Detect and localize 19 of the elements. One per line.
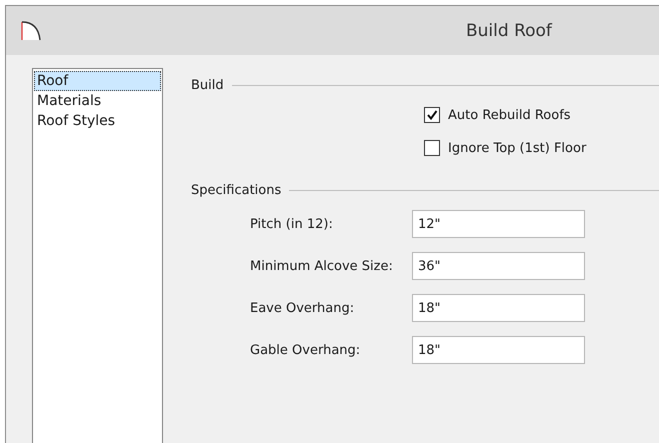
category-item[interactable]: Roof [34,71,161,91]
checkbox[interactable] [424,107,440,123]
checkbox-label: Auto Rebuild Roofs [448,108,571,122]
field-label: Gable Overhang: [250,342,362,358]
input-field[interactable]: 36" [412,252,585,280]
input-field[interactable]: 18" [412,294,585,322]
input-field[interactable]: 18" [412,336,585,364]
field-label: Pitch (in 12): [250,216,334,232]
checkbox[interactable] [424,140,440,156]
field-label: Eave Overhang: [250,300,356,316]
window-title: Build Roof [466,20,552,40]
field-label: Minimum Alcove Size: [250,258,394,274]
group-title: Specifications [191,183,282,198]
input-field[interactable]: 12" [412,210,585,238]
category-item[interactable]: Materials [34,91,161,111]
arc-icon [20,20,42,42]
checkbox-label: Ignore Top (1st) Floor [448,140,586,156]
category-item[interactable]: Roof Styles [34,111,161,131]
group-title: Build [191,78,224,93]
